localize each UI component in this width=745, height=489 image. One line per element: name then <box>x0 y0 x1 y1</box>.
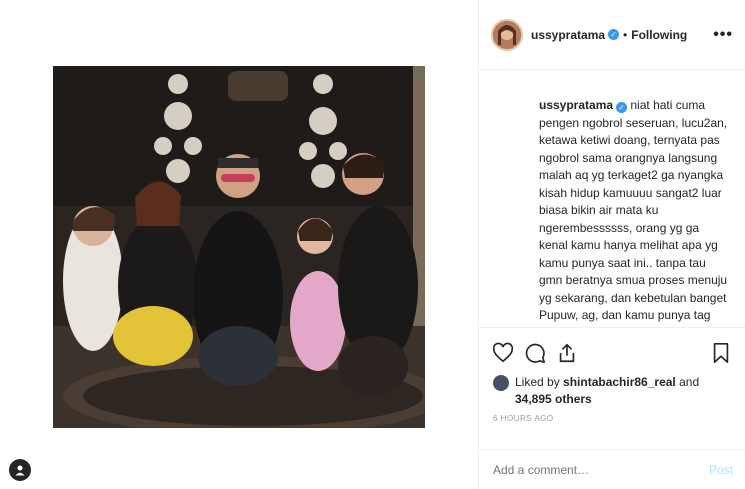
author-username[interactable]: ussypratama <box>531 28 605 42</box>
family-photo-image <box>53 66 425 428</box>
actions-area: Liked by shintabachir86_real and 34,895 … <box>479 327 745 437</box>
post-caption: ussypratama ✓ niat hati cuma pengen ngobr… <box>539 97 729 327</box>
post-comment-button[interactable]: Post <box>709 463 733 477</box>
likes-text: Liked by shintabachir86_real and 34,895 … <box>515 374 699 408</box>
instagram-post-view: ussypratama ✓ • Following ••• ussypratam… <box>0 0 745 489</box>
verified-badge-icon: ✓ <box>608 29 620 40</box>
post-header: ussypratama ✓ • Following ••• <box>479 0 745 70</box>
heart-icon <box>492 342 514 363</box>
user-profile-icon <box>15 465 25 476</box>
caption-username[interactable]: ussypratama <box>539 98 613 112</box>
bookmark-icon <box>713 343 729 363</box>
comment-icon <box>525 343 545 363</box>
separator-dot: • <box>623 27 628 42</box>
profile-button[interactable] <box>9 459 31 481</box>
post-timestamp: 6 HOURS AGO <box>493 414 554 423</box>
caption-area: ussypratama ✓ niat hati cuma pengen ngobr… <box>479 71 745 327</box>
avatar-image <box>493 20 521 49</box>
caption-verified-badge-icon: ✓ <box>616 102 628 113</box>
following-button[interactable]: Following <box>631 28 687 42</box>
liker-username[interactable]: shintabachir86_real <box>563 375 676 389</box>
comment-button[interactable] <box>523 341 547 365</box>
likes-prefix: Liked by <box>515 375 564 389</box>
save-button[interactable] <box>709 341 733 365</box>
share-icon <box>559 343 575 363</box>
caption-text: niat hati cuma pengen ngobrol seseruan, … <box>539 98 728 327</box>
post-photo[interactable] <box>53 66 425 428</box>
liker-avatar[interactable] <box>493 375 509 391</box>
like-button[interactable] <box>491 341 515 365</box>
comment-input[interactable] <box>493 462 709 477</box>
author-avatar[interactable] <box>491 18 523 51</box>
likes-and: and <box>675 375 700 389</box>
media-area <box>0 0 478 489</box>
comment-bar: Post <box>479 449 745 489</box>
more-options-button[interactable]: ••• <box>713 26 733 44</box>
likes-count[interactable]: 34,895 others <box>515 392 592 406</box>
share-button[interactable] <box>555 341 579 365</box>
likes-summary: Liked by shintabachir86_real and 34,895 … <box>479 368 745 408</box>
action-icons-row <box>479 328 745 368</box>
post-details-panel: ussypratama ✓ • Following ••• ussypratam… <box>478 0 745 489</box>
